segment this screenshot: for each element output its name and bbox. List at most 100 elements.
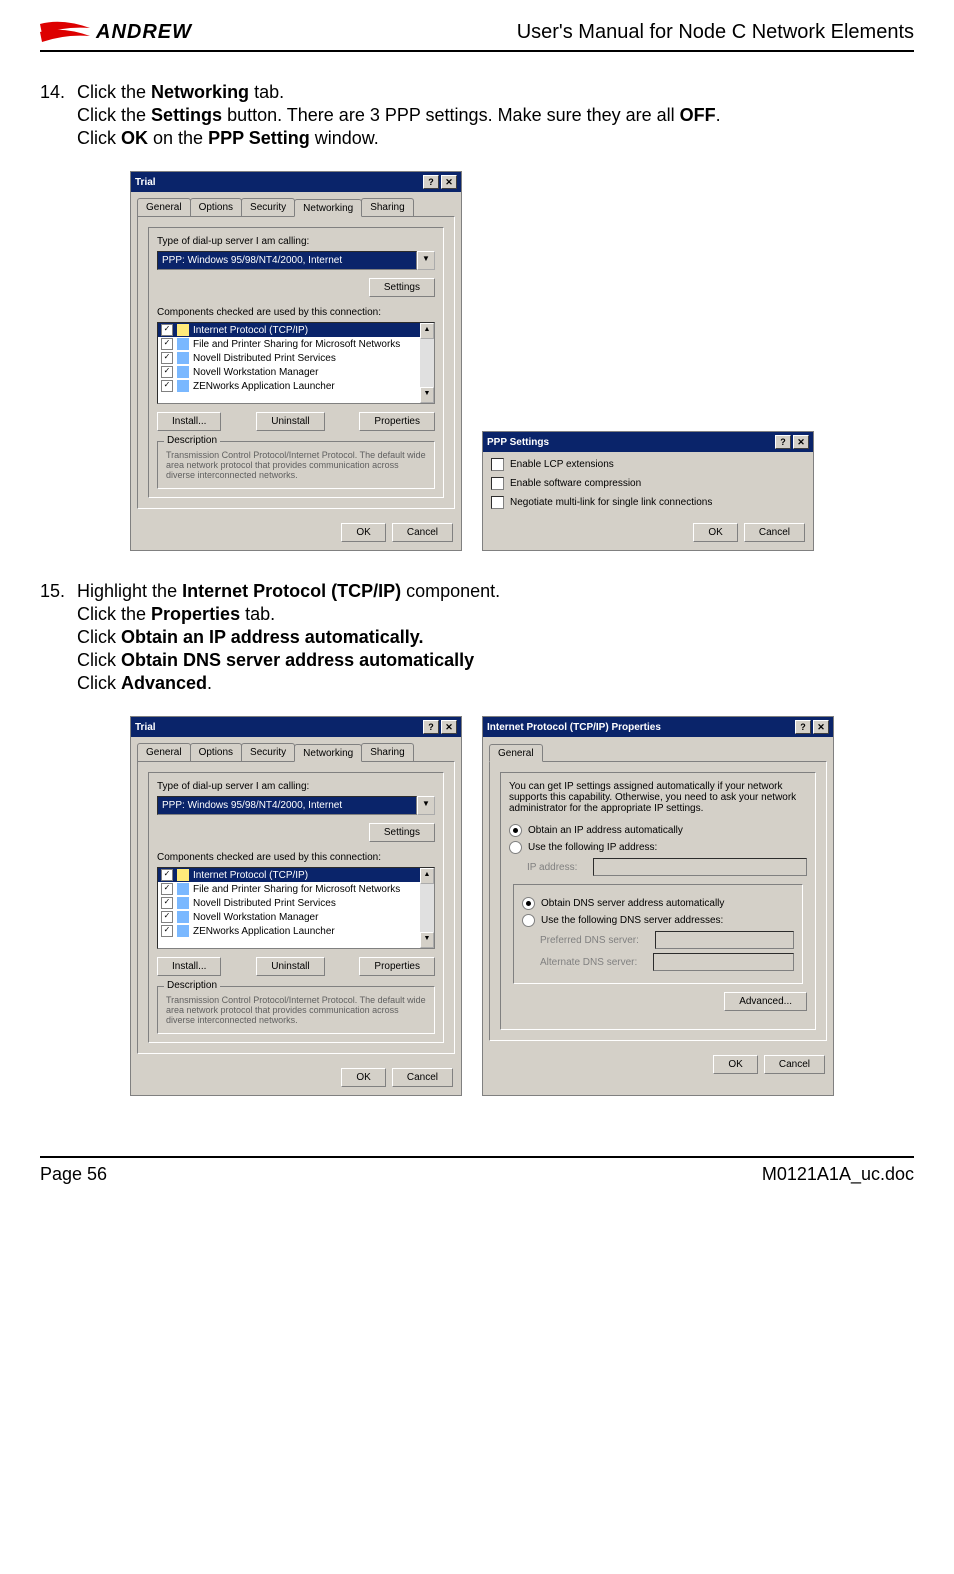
checkbox-icon[interactable]: ✓ xyxy=(161,925,173,937)
tab-general[interactable]: General xyxy=(137,743,191,761)
checkbox-icon[interactable]: ✓ xyxy=(161,897,173,909)
ok-button[interactable]: OK xyxy=(341,523,385,542)
scrollbar[interactable]: ▲ ▼ xyxy=(420,868,434,948)
chevron-down-icon[interactable]: ▼ xyxy=(420,387,434,403)
chevron-down-icon[interactable]: ▼ xyxy=(417,796,435,815)
scrollbar[interactable]: ▲ ▼ xyxy=(420,323,434,403)
radio-auto-ip[interactable]: Obtain an IP address automatically xyxy=(509,824,807,837)
tab-general-ip[interactable]: General xyxy=(489,744,543,762)
tab-sharing[interactable]: Sharing xyxy=(361,743,413,761)
ok-button[interactable]: OK xyxy=(713,1055,757,1074)
tab-security[interactable]: Security xyxy=(241,198,295,216)
tab-options[interactable]: Options xyxy=(190,198,242,216)
close-icon[interactable]: ✕ xyxy=(441,720,457,734)
list-item[interactable]: ✓File and Printer Sharing for Microsoft … xyxy=(158,337,434,351)
chevron-up-icon[interactable]: ▲ xyxy=(420,323,434,339)
chevron-up-icon[interactable]: ▲ xyxy=(420,868,434,884)
settings-button[interactable]: Settings xyxy=(369,278,435,297)
checkbox-icon[interactable]: ✓ xyxy=(161,883,173,895)
properties-button[interactable]: Properties xyxy=(359,957,435,976)
close-icon[interactable]: ✕ xyxy=(441,175,457,189)
server-type-combobox[interactable]: PPP: Windows 95/98/NT4/2000, Internet ▼ xyxy=(157,796,435,815)
install-button[interactable]: Install... xyxy=(157,412,221,431)
properties-button[interactable]: Properties xyxy=(359,412,435,431)
list-item[interactable]: ✓Novell Distributed Print Services xyxy=(158,896,434,910)
dialog-ppp-settings: PPP Settings ? ✕ Enable LCP extensions E… xyxy=(482,431,814,551)
checkbox-icon[interactable]: ✓ xyxy=(161,324,173,336)
checkbox-icon[interactable] xyxy=(491,496,504,509)
radio-auto-dns[interactable]: Obtain DNS server address automatically xyxy=(522,897,794,910)
tab-networking[interactable]: Networking xyxy=(294,744,362,762)
page-footer: Page 56 M0121A1A_uc.doc xyxy=(40,1156,914,1185)
titlebar: Trial ? ✕ xyxy=(131,172,461,192)
list-item[interactable]: ✓File and Printer Sharing for Microsoft … xyxy=(158,882,434,896)
tab-options[interactable]: Options xyxy=(190,743,242,761)
ok-button[interactable]: OK xyxy=(341,1068,385,1087)
ip-address-field xyxy=(593,858,807,876)
cancel-button[interactable]: Cancel xyxy=(392,1068,453,1087)
list-item[interactable]: ✓Novell Distributed Print Services xyxy=(158,351,434,365)
radio-icon[interactable] xyxy=(509,824,522,837)
tab-row: General Options Security Networking Shar… xyxy=(131,192,461,216)
help-icon[interactable]: ? xyxy=(795,720,811,734)
share-icon xyxy=(177,883,189,895)
checkbox-icon[interactable] xyxy=(491,477,504,490)
step-14: 14. Click the Networking tab. Click the … xyxy=(40,82,914,151)
list-item[interactable]: ✓Internet Protocol (TCP/IP) xyxy=(158,323,434,337)
settings-button[interactable]: Settings xyxy=(369,823,435,842)
checkbox-icon[interactable]: ✓ xyxy=(161,352,173,364)
help-icon[interactable]: ? xyxy=(775,435,791,449)
help-icon[interactable]: ? xyxy=(423,175,439,189)
radio-use-ip[interactable]: Use the following IP address: xyxy=(509,841,807,854)
page-number: Page 56 xyxy=(40,1164,107,1185)
checkbox-icon[interactable] xyxy=(491,458,504,471)
install-button[interactable]: Install... xyxy=(157,957,221,976)
checkbox-icon[interactable]: ✓ xyxy=(161,338,173,350)
ip-address-row: IP address: xyxy=(527,858,807,876)
checkbox-multilink[interactable]: Negotiate multi-link for single link con… xyxy=(491,496,805,509)
radio-icon[interactable] xyxy=(522,897,535,910)
tab-sharing[interactable]: Sharing xyxy=(361,198,413,216)
cancel-button[interactable]: Cancel xyxy=(744,523,805,542)
radio-use-dns[interactable]: Use the following DNS server addresses: xyxy=(522,914,794,927)
components-listbox[interactable]: ✓Internet Protocol (TCP/IP) ✓File and Pr… xyxy=(157,867,435,949)
chevron-down-icon[interactable]: ▼ xyxy=(420,932,434,948)
radio-icon[interactable] xyxy=(509,841,522,854)
close-icon[interactable]: ✕ xyxy=(813,720,829,734)
titlebar: Trial ? ✕ xyxy=(131,717,461,737)
server-type-combobox[interactable]: PPP: Windows 95/98/NT4/2000, Internet ▼ xyxy=(157,251,435,270)
checkbox-icon[interactable]: ✓ xyxy=(161,366,173,378)
help-icon[interactable]: ? xyxy=(423,720,439,734)
advanced-button[interactable]: Advanced... xyxy=(724,992,807,1011)
list-item[interactable]: ✓ZENworks Application Launcher xyxy=(158,379,434,393)
logo-swoosh-icon xyxy=(40,20,90,44)
pref-dns-field xyxy=(655,931,794,949)
list-item[interactable]: ✓Novell Workstation Manager xyxy=(158,910,434,924)
uninstall-button[interactable]: Uninstall xyxy=(256,957,324,976)
tab-general[interactable]: General xyxy=(137,198,191,216)
tab-security[interactable]: Security xyxy=(241,743,295,761)
components-listbox[interactable]: ✓Internet Protocol (TCP/IP) ✓File and Pr… xyxy=(157,322,435,404)
chevron-down-icon[interactable]: ▼ xyxy=(417,251,435,270)
checkbox-icon[interactable]: ✓ xyxy=(161,911,173,923)
scroll-track[interactable] xyxy=(420,884,434,932)
cancel-button[interactable]: Cancel xyxy=(392,523,453,542)
scroll-track[interactable] xyxy=(420,339,434,387)
list-item[interactable]: ✓Internet Protocol (TCP/IP) xyxy=(158,868,434,882)
close-icon[interactable]: ✕ xyxy=(793,435,809,449)
checkbox-lcp[interactable]: Enable LCP extensions xyxy=(491,458,805,471)
checkbox-icon[interactable]: ✓ xyxy=(161,380,173,392)
list-item[interactable]: ✓ZENworks Application Launcher xyxy=(158,924,434,938)
list-item[interactable]: ✓Novell Workstation Manager xyxy=(158,365,434,379)
uninstall-button[interactable]: Uninstall xyxy=(256,412,324,431)
tab-networking[interactable]: Networking xyxy=(294,199,362,217)
tab-row: General xyxy=(483,737,833,761)
tab-row: General Options Security Networking Shar… xyxy=(131,737,461,761)
groupbox-title: Description xyxy=(164,435,220,446)
radio-icon[interactable] xyxy=(522,914,535,927)
novell-icon xyxy=(177,352,189,364)
cancel-button[interactable]: Cancel xyxy=(764,1055,825,1074)
checkbox-compression[interactable]: Enable software compression xyxy=(491,477,805,490)
checkbox-icon[interactable]: ✓ xyxy=(161,869,173,881)
ok-button[interactable]: OK xyxy=(693,523,737,542)
